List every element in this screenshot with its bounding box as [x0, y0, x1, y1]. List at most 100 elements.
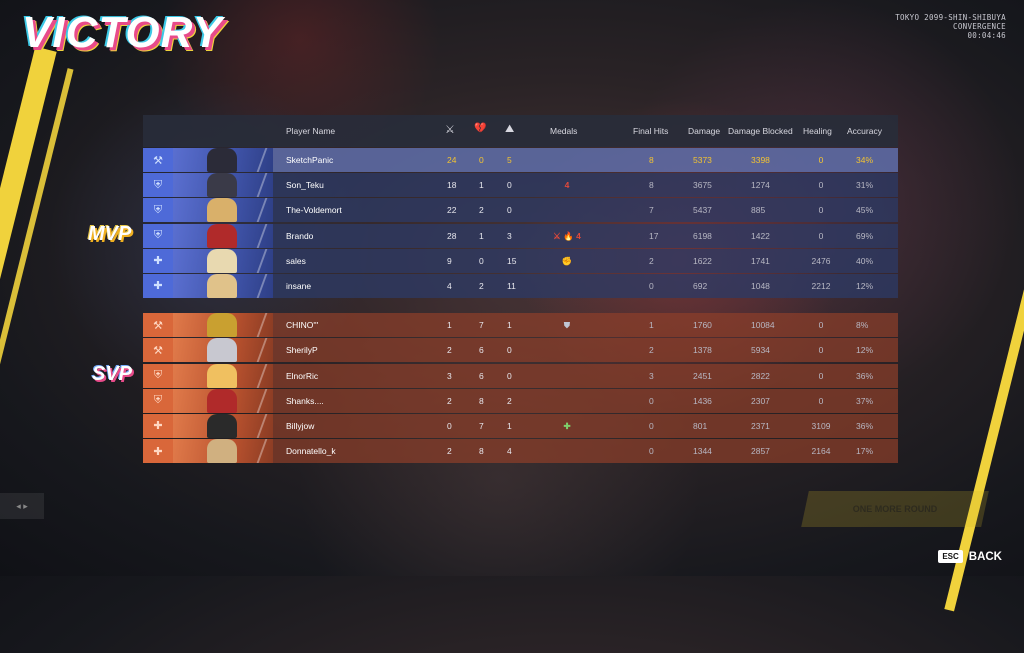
- col-player-name: Player Name: [286, 126, 336, 136]
- accuracy-value: 31%: [856, 180, 874, 191]
- hero-portrait: [173, 388, 273, 413]
- deaths-value: 8: [479, 395, 484, 406]
- final-hits-value: 0: [649, 420, 654, 431]
- final-hits-value: 7: [649, 205, 654, 216]
- final-hits-value: 0: [649, 395, 654, 406]
- player-row[interactable]: ⚒ SherilyP 2 6 0 2 1378 5934 0 12%: [143, 338, 898, 363]
- accuracy-value: 36%: [856, 420, 874, 431]
- damage-value: 5437: [693, 205, 712, 216]
- player-row[interactable]: ⛨ The-Voldemort 22 2 0 7 5437 885 0 45%: [143, 198, 898, 223]
- player-row[interactable]: ⛨ Shanks.... 2 8 2 0 1436 2307 0 37%: [143, 388, 898, 413]
- kills-value: 0: [447, 420, 452, 431]
- role-icon: ⛨: [143, 198, 173, 223]
- team-red: ⚒ CHINO''' 1 7 1 ⛊ 1 1760 10084 0 8% ⚒ SherilyP 2 6 0 2 1…: [143, 313, 898, 464]
- player-name: Brando: [286, 230, 314, 241]
- damage-blocked-value: 1741: [751, 255, 770, 266]
- col-healing: Healing: [803, 126, 832, 136]
- hero-face: [207, 313, 237, 338]
- final-hits-value: 2: [649, 345, 654, 356]
- player-name: Son_Teku: [286, 180, 324, 191]
- damage-blocked-value: 2822: [751, 370, 770, 381]
- damage-blocked-value: 1274: [751, 180, 770, 191]
- damage-value: 1344: [693, 446, 712, 457]
- healing-value: 2476: [811, 255, 831, 266]
- esc-key-icon: ESC: [938, 550, 963, 563]
- damage-value: 1436: [693, 395, 712, 406]
- hero-portrait: [173, 338, 273, 363]
- mode-name: CONVERGENCE: [953, 22, 1006, 31]
- player-row[interactable]: ✚ Billyjow 0 7 1 ✚ 0 801 2371 3109 36%: [143, 413, 898, 438]
- mvp-badge: MVP: [88, 223, 132, 245]
- healing-value: 0: [818, 180, 824, 191]
- player-row[interactable]: ⛨ ElnorRic 3 6 0 3 2451 2822 0 36%: [143, 363, 898, 388]
- victory-title: VICTORY: [22, 8, 223, 57]
- player-row[interactable]: ✚ insane 4 2 11 0 692 1048 2212 12%: [143, 273, 898, 298]
- hero-face: [207, 198, 237, 223]
- assists-value: 0: [507, 180, 512, 191]
- assists-value: 4: [507, 446, 512, 457]
- hero-portrait: [173, 223, 273, 248]
- deaths-value: 1: [479, 230, 484, 241]
- kills-value: 3: [447, 370, 452, 381]
- final-hits-value: 8: [649, 180, 654, 191]
- damage-blocked-value: 885: [751, 205, 766, 216]
- role-icon: ✚: [143, 413, 173, 438]
- role-icon: ✚: [143, 248, 173, 273]
- healing-value: 2164: [811, 446, 831, 457]
- role-icon: ⛨: [143, 388, 173, 413]
- deaths-value: 0: [479, 255, 484, 266]
- hero-face: [207, 413, 237, 438]
- player-name: CHINO''': [286, 320, 319, 331]
- deaths-value: 6: [479, 345, 484, 356]
- player-row[interactable]: ⛨ Brando 28 1 3 ⚔ 🔥 4 17 6198 1422 0 69%: [143, 223, 898, 248]
- assists-value: 0: [507, 370, 512, 381]
- medals-value: ⛊: [563, 320, 571, 331]
- player-name: insane: [286, 280, 312, 291]
- scoreboard-header: Player Name ⚔ 💔 ⛰ Medals Final Hits Dama…: [143, 115, 898, 147]
- accuracy-value: 17%: [856, 446, 874, 457]
- hero-face: [207, 173, 237, 198]
- healing-value: 3109: [811, 420, 831, 431]
- deaths-value: 7: [479, 420, 484, 431]
- hero-face: [207, 148, 237, 172]
- hero-portrait: [173, 148, 273, 172]
- assists-value: 2: [507, 395, 512, 406]
- damage-blocked-value: 2307: [751, 395, 770, 406]
- player-row[interactable]: ⛨ Son_Teku 18 1 0 4 8 3675 1274 0 31%: [143, 173, 898, 198]
- match-info: TOKYO 2099-SHIN-SHIBUYA CONVERGENCE 00:0…: [895, 13, 1006, 40]
- damage-blocked-value: 1422: [751, 230, 770, 241]
- svp-badge: SVP: [92, 363, 133, 385]
- hero-portrait: [173, 313, 273, 338]
- medals-value: ⚔ 🔥 4: [553, 230, 581, 241]
- assists-value: 3: [507, 230, 512, 241]
- deaths-value: 6: [479, 370, 484, 381]
- player-name: Shanks....: [286, 395, 324, 406]
- hero-portrait: [173, 248, 273, 273]
- role-icon: ⛨: [143, 173, 173, 198]
- accuracy-value: 12%: [856, 280, 874, 291]
- col-medals: Medals: [550, 126, 578, 136]
- player-row[interactable]: ⚒ SketchPanic 24 0 5 8 5373 3398 0 34%: [143, 148, 898, 172]
- team-blue: ⚒ SketchPanic 24 0 5 8 5373 3398 0 34% ⛨ Son_Teku 18…: [143, 148, 898, 298]
- deaths-value: 7: [479, 320, 484, 331]
- healing-value: 0: [818, 345, 824, 356]
- player-row[interactable]: ✚ sales 9 0 15 ✊ 2 1622 1741 2476 40%: [143, 248, 898, 273]
- role-icon: ⛨: [143, 363, 173, 388]
- deaths-value: 0: [479, 155, 484, 165]
- player-row[interactable]: ✚ Donnatello_k 2 8 4 0 1344 2857 2164 17%: [143, 439, 898, 464]
- accuracy-value: 45%: [856, 205, 874, 216]
- hero-face: [207, 273, 237, 298]
- deaths-value: 1: [479, 180, 484, 191]
- hero-face: [207, 248, 237, 273]
- accuracy-value: 40%: [856, 255, 874, 266]
- damage-value: 5373: [693, 155, 712, 165]
- back-button[interactable]: ESC BACK: [938, 550, 1002, 563]
- accuracy-value: 12%: [856, 345, 874, 356]
- player-row[interactable]: ⚒ CHINO''' 1 7 1 ⛊ 1 1760 10084 0 8%: [143, 313, 898, 338]
- damage-value: 1622: [693, 255, 712, 266]
- final-hits-value: 1: [649, 320, 654, 331]
- damage-blocked-value: 10084: [751, 320, 775, 331]
- kills-value: 4: [447, 280, 452, 291]
- back-label: BACK: [968, 550, 1002, 563]
- accuracy-value: 34%: [856, 155, 874, 165]
